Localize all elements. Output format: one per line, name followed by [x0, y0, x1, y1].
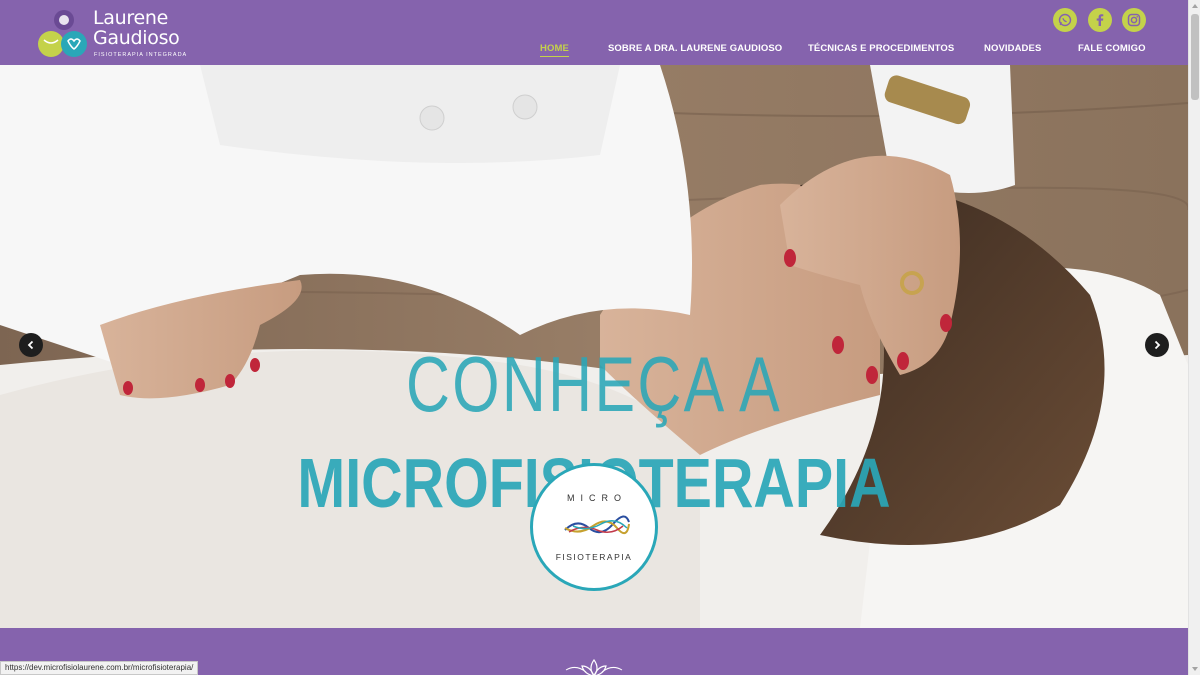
nav-tecnicas[interactable]: TÉCNICAS E PROCEDIMENTOS [808, 43, 954, 54]
brand-name-line2: Gaudioso [93, 27, 180, 49]
brand-name: Laurene Gaudioso [93, 8, 180, 48]
facebook-icon [1096, 14, 1104, 26]
nav-home[interactable]: HOME [540, 43, 569, 57]
nav-sobre[interactable]: SOBRE A DRA. LAURENE GAUDIOSO [608, 43, 782, 54]
slider-next-button[interactable] [1145, 333, 1169, 357]
nav-novidades[interactable]: NOVIDADES [984, 43, 1041, 54]
badge-top-text: MICRO [567, 493, 627, 503]
facebook-link[interactable] [1088, 8, 1112, 32]
slider-prev-button[interactable] [19, 333, 43, 357]
whatsapp-icon [1058, 13, 1072, 27]
scroll-up-icon[interactable] [1191, 2, 1199, 10]
site-header: Laurene Gaudioso FISIOTERAPIA INTEGRADA … [0, 0, 1188, 65]
whatsapp-link[interactable] [1053, 8, 1077, 32]
link-status-url: https://dev.microfisiolaurene.com.br/mic… [0, 661, 199, 675]
logo-mark-icon [38, 10, 87, 57]
hero-slider: CONHEÇA A MICRO FISIOTERAPIA MICRO FISIOT… [0, 65, 1188, 628]
hero-heading-line1: CONHEÇA A [405, 340, 783, 428]
scroll-down-icon[interactable] [1191, 665, 1199, 673]
scroll-thumb[interactable] [1191, 14, 1199, 100]
page-scrollbar[interactable] [1188, 0, 1200, 675]
instagram-link[interactable] [1122, 8, 1146, 32]
chevron-left-icon [27, 340, 34, 350]
instagram-icon [1127, 13, 1141, 27]
brand-name-line1: Laurene [93, 7, 168, 29]
microfisioterapia-badge: MICRO FISIOTERAPIA [530, 463, 658, 591]
badge-bottom-text: FISIOTERAPIA [555, 552, 633, 562]
chevron-right-icon [1154, 340, 1161, 350]
wave-icon [564, 515, 630, 535]
brand-tagline: FISIOTERAPIA INTEGRADA [94, 52, 188, 58]
brand-logo[interactable]: Laurene Gaudioso FISIOTERAPIA INTEGRADA [36, 8, 196, 60]
lotus-ornament-icon [565, 658, 623, 675]
nav-fale-comigo[interactable]: FALE COMIGO [1078, 43, 1146, 54]
